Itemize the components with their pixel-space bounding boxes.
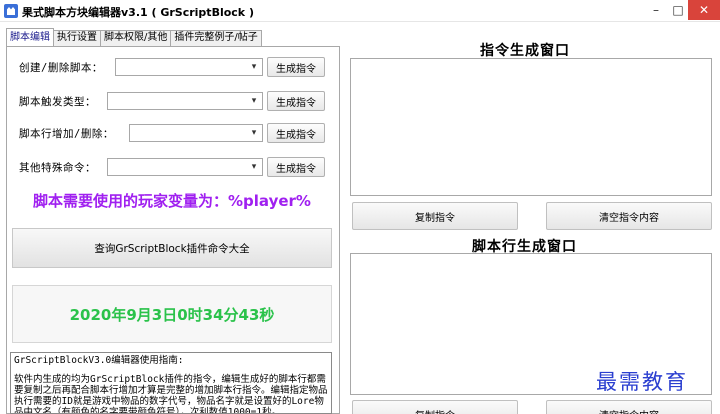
special-cmd-select[interactable]: ▾ [107,158,263,176]
copy-script-button[interactable]: 复制指令 [352,400,518,414]
query-commands-button[interactable]: 查询GrScriptBlock插件命令大全 [12,228,332,268]
create-delete-label: 创建/删除脚本： [19,61,103,74]
tab-examples[interactable]: 插件完整例子/帖子 [170,30,262,46]
clear-command-button[interactable]: 清空指令内容 [546,202,712,230]
chevron-down-icon: ▾ [251,62,257,72]
chevron-down-icon: ▾ [251,128,257,138]
create-delete-row: 创建/删除脚本： [19,57,103,77]
line-add-label: 脚本行增加/删除： [19,127,114,140]
line-add-row: 脚本行增加/删除： [19,123,114,143]
trigger-type-label: 脚本触发类型： [19,95,96,108]
clear-script-button[interactable]: 清空指令内容 [546,400,712,414]
guide-title: GrScriptBlockV3.0编辑器使用指南: [14,355,184,366]
app-crown-icon [4,4,18,18]
window-title: 果式脚本方块编辑器v3.1 ( GrScriptBlock ) [22,6,254,19]
chevron-down-icon: ▾ [251,96,257,106]
chevron-down-icon: ▾ [251,162,257,172]
generate-button-trigger[interactable]: 生成指令 [267,91,325,111]
guide-body: 软件内生成的均为GrScriptBlock插件的指令，编辑生成好的脚本行都需要复… [14,374,328,414]
tab-permissions[interactable]: 脚本权限/其他 [100,30,172,46]
command-window-title: 指令生成窗口 [480,43,570,59]
tab-script-edit[interactable]: 脚本编辑 [6,28,54,46]
watermark-text: 最需教育 [596,370,688,394]
player-variable-text: 脚本需要使用的玩家变量为：%player% [33,192,311,210]
command-output-textarea[interactable] [350,58,712,196]
trigger-type-row: 脚本触发类型： [19,91,96,111]
generate-button-special[interactable]: 生成指令 [267,157,325,177]
tab-exec-settings[interactable]: 执行设置 [53,30,101,46]
copy-command-button[interactable]: 复制指令 [352,202,518,230]
title-bar: 果式脚本方块编辑器v3.1 ( GrScriptBlock ) – □ ✕ [0,0,720,22]
close-button[interactable]: ✕ [688,0,720,20]
datetime-display: 2020年9月3日0时34分43秒 [12,285,332,343]
trigger-type-select[interactable]: ▾ [107,92,263,110]
special-cmd-label: 其他特殊命令： [19,161,96,174]
usage-guide-textarea[interactable]: GrScriptBlockV3.0编辑器使用指南: 软件内生成的均为GrScri… [10,352,332,414]
generate-button-line[interactable]: 生成指令 [267,123,325,143]
line-add-select[interactable]: ▾ [129,124,263,142]
tab-strip: 脚本编辑 执行设置 脚本权限/其他 插件完整例子/帖子 [6,28,262,46]
create-delete-select[interactable]: ▾ [115,58,263,76]
special-cmd-row: 其他特殊命令： [19,157,96,177]
generate-button-create[interactable]: 生成指令 [267,57,325,77]
